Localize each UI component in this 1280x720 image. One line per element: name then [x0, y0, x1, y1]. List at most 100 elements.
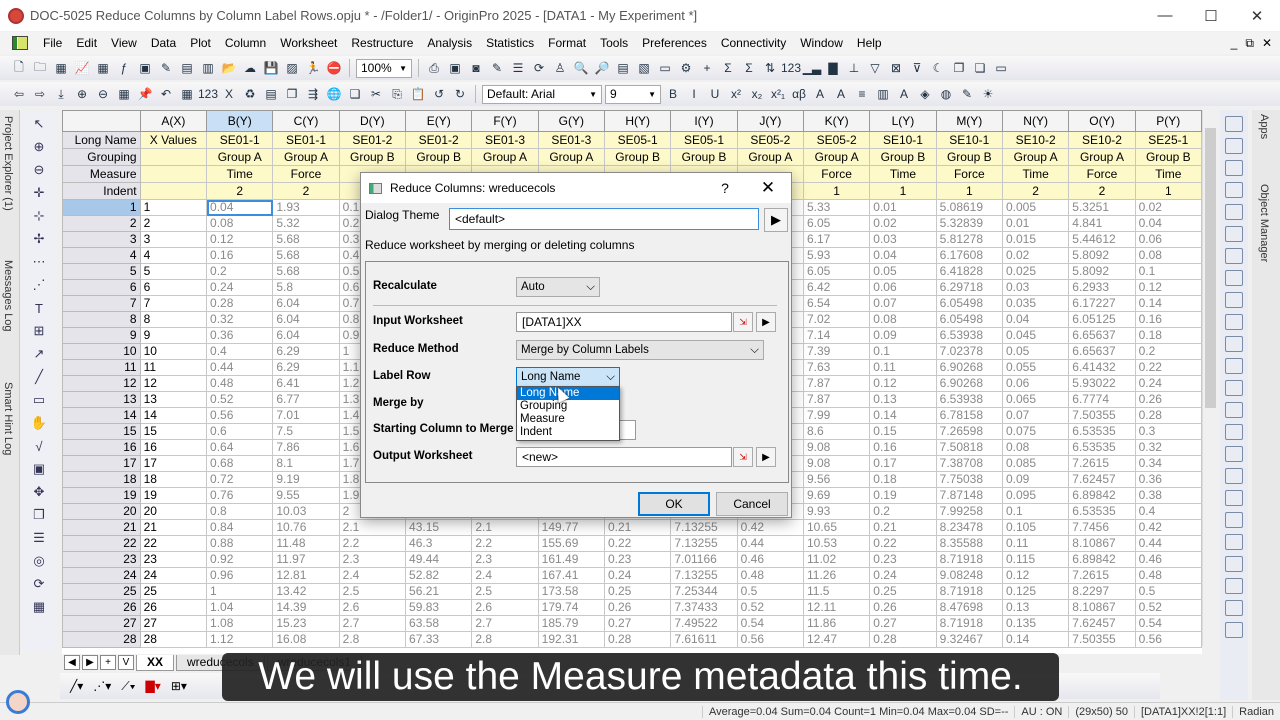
data-cell[interactable]: 52.82 — [405, 567, 473, 584]
data-cell[interactable]: 10 — [139, 343, 208, 360]
data-cell[interactable]: 0.26 — [603, 599, 672, 616]
delete-icon[interactable]: ⊖ — [94, 85, 112, 103]
add-column-icon[interactable]: + — [698, 59, 716, 77]
data-cell[interactable]: 9.32467 — [935, 631, 1003, 648]
data-cell[interactable]: 0.44 — [1134, 535, 1202, 552]
data-cell[interactable]: 0.32 — [206, 311, 274, 328]
data-cell[interactable]: 0.03 — [869, 231, 937, 248]
data-cell[interactable]: 6.05 — [802, 263, 871, 280]
data-cell[interactable]: 7.87 — [802, 391, 871, 408]
data-cell[interactable]: 28 — [139, 631, 208, 648]
data-cell[interactable]: 9.69 — [802, 487, 871, 504]
panel-tool-icon[interactable] — [1225, 446, 1243, 462]
data-cell[interactable]: 6.90268 — [935, 359, 1003, 376]
data-cell[interactable]: 0.25 — [603, 583, 672, 600]
apps-tab[interactable]: Apps — [1258, 114, 1270, 139]
cloud-open-icon[interactable]: ☁ — [241, 59, 259, 77]
data-cell[interactable]: 2.2 — [471, 535, 539, 552]
data-cell[interactable]: 12.11 — [802, 599, 871, 616]
data-cell[interactable]: 0.6 — [206, 423, 274, 440]
scrollbar-thumb[interactable] — [1205, 128, 1216, 408]
panel-tool-icon[interactable] — [1225, 314, 1243, 330]
data-cell[interactable]: 0.06 — [869, 279, 937, 296]
data-cell[interactable]: 23 — [139, 551, 208, 568]
data-cell[interactable]: 1 — [139, 199, 208, 216]
template-icon[interactable]: ▥ — [199, 59, 217, 77]
panel-tool-icon[interactable] — [1225, 160, 1243, 176]
row-header[interactable]: 1 — [62, 199, 141, 216]
save-template-icon[interactable]: ▨ — [283, 59, 301, 77]
data-cell[interactable]: 0.84 — [206, 519, 274, 536]
data-cell[interactable]: 6.05125 — [1068, 311, 1136, 328]
data-cell[interactable]: 2.5 — [471, 583, 539, 600]
multi-panel-icon[interactable]: ⊞▾ — [171, 679, 187, 693]
data-cell[interactable]: 56.21 — [405, 583, 473, 600]
data-cell[interactable]: 26 — [139, 599, 208, 616]
project-explorer-tab[interactable]: Project Explorer (1) — [2, 116, 14, 211]
data-cell[interactable]: 67.33 — [405, 631, 473, 648]
circle-icon[interactable]: ◎ — [27, 551, 51, 571]
label-cell[interactable]: Time — [1001, 165, 1070, 183]
data-cell[interactable]: 0.12 — [206, 231, 274, 248]
label-row-option[interactable]: Measure — [517, 413, 619, 426]
data-cell[interactable]: 0.27 — [869, 615, 937, 632]
label-cell[interactable]: Group A — [272, 148, 340, 166]
data-cell[interactable]: 2.2 — [338, 535, 407, 552]
data-cell[interactable]: 6.89842 — [1068, 551, 1136, 568]
statistics-icon[interactable]: Σ — [740, 59, 758, 77]
label-cell[interactable]: SE05-1 — [603, 131, 672, 149]
data-cell[interactable]: 0.1 — [869, 343, 937, 360]
edit-icon[interactable]: ✎ — [488, 59, 506, 77]
image-icon[interactable]: ◙ — [467, 59, 485, 77]
code-builder-icon[interactable]: ▧ — [635, 59, 653, 77]
input-worksheet-field[interactable]: [DATA1]XX — [516, 312, 732, 332]
row-header[interactable]: 15 — [62, 423, 141, 440]
data-cell[interactable]: 6.17608 — [935, 247, 1003, 264]
data-cell[interactable]: 5.8092 — [1068, 247, 1136, 264]
column-header[interactable]: M(Y) — [935, 110, 1003, 132]
label-cell[interactable]: SE01-3 — [471, 131, 539, 149]
label-cell[interactable]: Group A — [1001, 148, 1070, 166]
data-cell[interactable]: 0.17 — [869, 455, 937, 472]
data-cell[interactable]: 0.04 — [1001, 311, 1070, 328]
column-header[interactable]: D(Y) — [338, 110, 407, 132]
label-cell[interactable]: SE10-1 — [869, 131, 937, 149]
data-cell[interactable]: 0.14 — [1001, 631, 1070, 648]
sheet-tab-xx[interactable]: XX — [136, 654, 175, 671]
label-cell[interactable]: Group B — [405, 148, 473, 166]
panel-tool-icon[interactable] — [1225, 380, 1243, 396]
status-angle-unit[interactable]: Radian — [1232, 705, 1280, 718]
data-cell[interactable]: 5.08619 — [935, 199, 1003, 216]
data-cell[interactable]: 0.22 — [869, 535, 937, 552]
label-cell[interactable]: 1 — [935, 182, 1003, 200]
data-cell[interactable]: 0.14 — [1134, 295, 1202, 312]
data-cell[interactable]: 6.53938 — [935, 327, 1003, 344]
data-cell[interactable]: 7.86 — [272, 439, 340, 456]
data-cell[interactable]: 7.13255 — [670, 519, 738, 536]
corner-cell[interactable] — [62, 110, 141, 132]
label-row-header[interactable]: Long Name — [62, 131, 141, 149]
data-cell[interactable]: 0.54 — [736, 615, 804, 632]
data-cell[interactable]: 0.46 — [1134, 551, 1202, 568]
data-cell[interactable]: 0.01 — [869, 199, 937, 216]
panel-tool-icon[interactable] — [1225, 204, 1243, 220]
supsub-icon[interactable]: x²₁ — [769, 85, 787, 103]
data-cell[interactable]: 63.58 — [405, 615, 473, 632]
data-cell[interactable]: 0.54 — [1134, 615, 1202, 632]
data-cell[interactable]: 0.08 — [869, 311, 937, 328]
data-cell[interactable]: 6.41432 — [1068, 359, 1136, 376]
label-cell[interactable] — [139, 148, 208, 166]
label-row-header[interactable]: Indent — [62, 182, 141, 200]
data-cell[interactable]: 0.16 — [206, 247, 274, 264]
slideshow-icon[interactable]: ▣ — [446, 59, 464, 77]
data-cell[interactable]: 11.5 — [802, 583, 871, 600]
data-cell[interactable]: 27 — [139, 615, 208, 632]
label-cell[interactable]: Group B — [869, 148, 937, 166]
theme-menu-button[interactable]: ▶ — [764, 208, 788, 232]
duplicate-icon[interactable]: ❐ — [283, 85, 301, 103]
data-cell[interactable]: 7.39 — [802, 343, 871, 360]
data-cell[interactable]: 8 — [139, 311, 208, 328]
paste-format-icon[interactable]: ❏ — [971, 59, 989, 77]
data-cell[interactable]: 0.06 — [1134, 231, 1202, 248]
data-cell[interactable]: 2.1 — [471, 519, 539, 536]
